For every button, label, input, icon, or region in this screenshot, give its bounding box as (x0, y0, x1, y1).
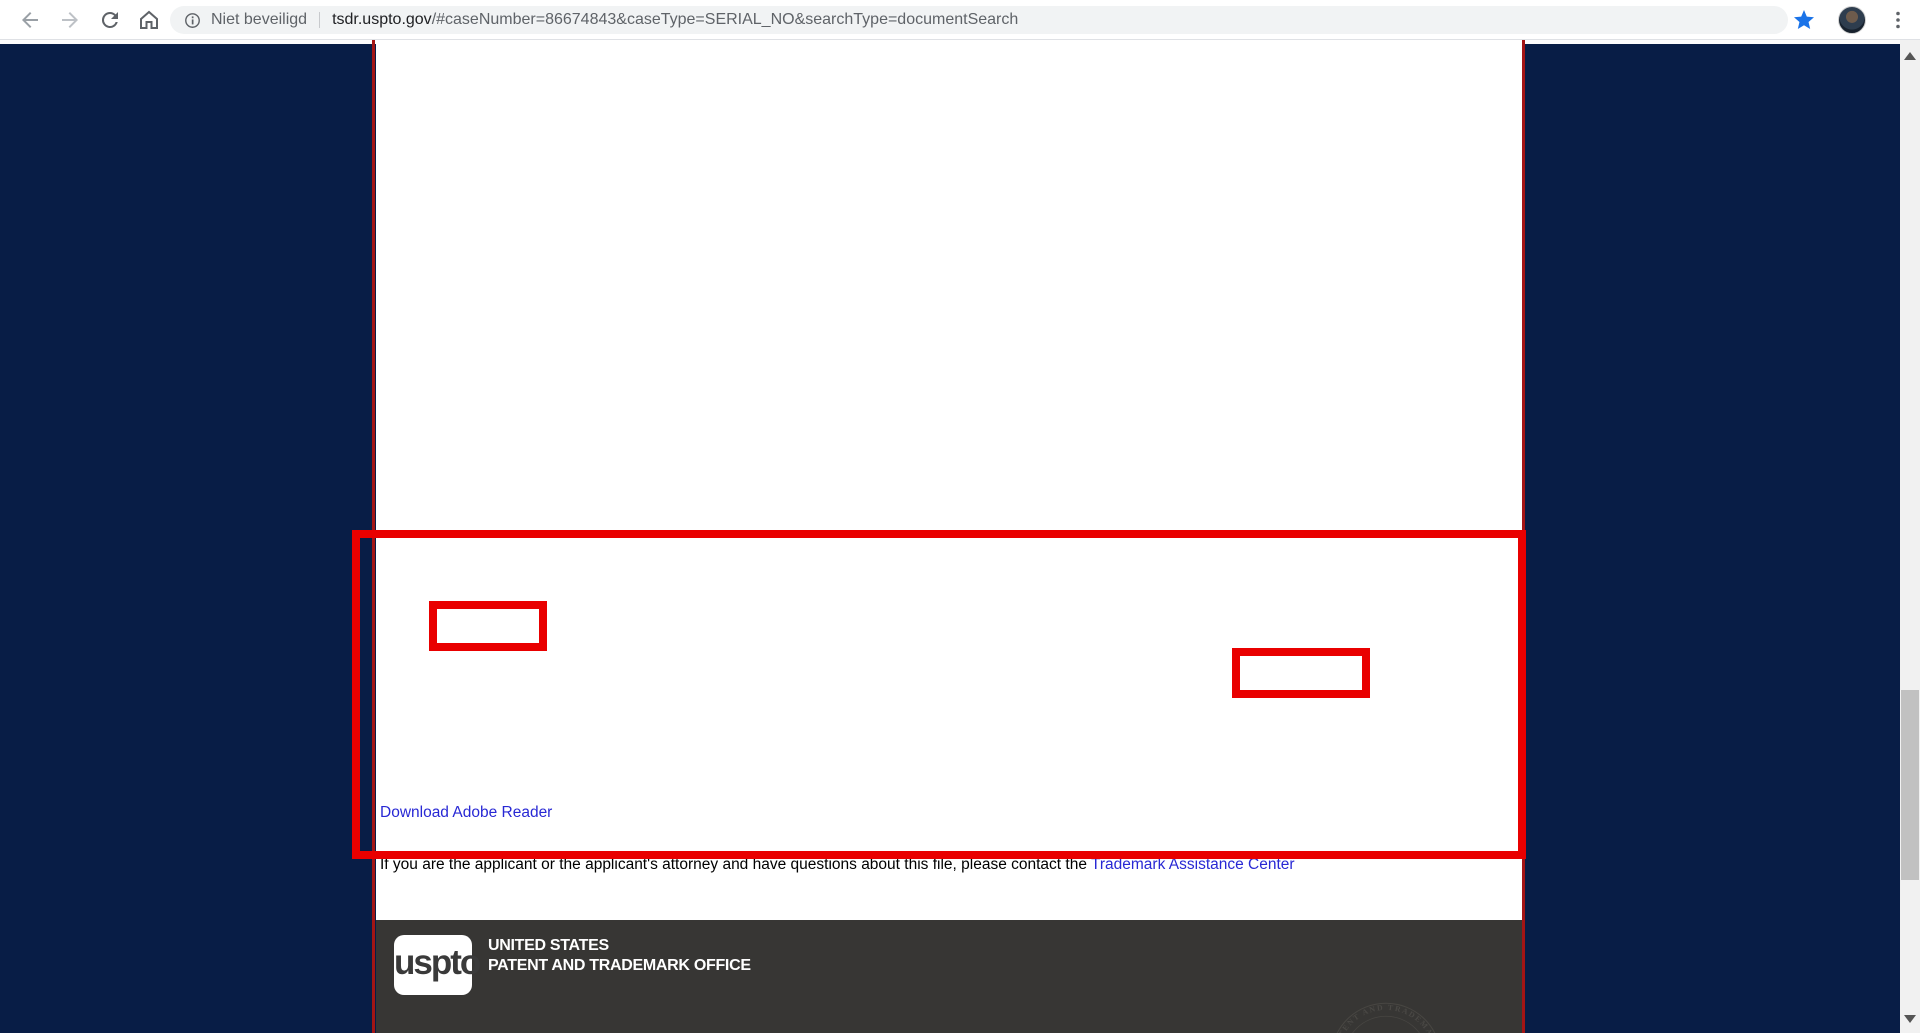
bookmark-star-icon[interactable] (1792, 8, 1816, 32)
org-line2: PATENT AND TRADEMARK OFFICE (488, 956, 751, 976)
browser-toolbar: Niet beveiligd tsdr.uspto.gov/#caseNumbe… (0, 0, 1920, 40)
content-area (376, 40, 1522, 1033)
vertical-scrollbar[interactable] (1900, 40, 1920, 1033)
org-line1: UNITED STATES (488, 936, 751, 956)
note-text: If you are the applicant or the applican… (380, 856, 1091, 873)
url-domain: tsdr.uspto.gov (332, 11, 432, 28)
url-text: tsdr.uspto.gov/#caseNumber=86674843&case… (332, 11, 1018, 29)
uspto-logo-text: uspto (394, 943, 479, 982)
divider (319, 12, 320, 28)
uspto-seal-watermark: PATENT AND TRADEMARK OFFICE (1271, 998, 1501, 1033)
url-path: /#caseNumber=86674843&caseType=SERIAL_NO… (432, 11, 1019, 28)
home-icon[interactable] (137, 8, 161, 32)
content-left-border (372, 40, 375, 1033)
browser-menu-icon[interactable] (1886, 8, 1910, 32)
scrollbar-thumb[interactable] (1901, 690, 1919, 880)
address-bar[interactable]: Niet beveiligd tsdr.uspto.gov/#caseNumbe… (170, 6, 1788, 34)
scroll-down-icon[interactable] (1904, 1015, 1916, 1023)
download-adobe-reader-link[interactable]: Download Adobe Reader (380, 804, 552, 822)
uspto-footer: uspto UNITED STATES PATENT AND TRADEMARK… (376, 920, 1522, 1033)
security-label: Niet beveiligd (211, 11, 307, 29)
scroll-up-icon[interactable] (1904, 52, 1916, 60)
reload-icon[interactable] (98, 8, 122, 32)
assistance-note: If you are the applicant or the applican… (380, 856, 1295, 874)
profile-avatar[interactable] (1838, 6, 1866, 34)
back-icon[interactable] (18, 8, 42, 32)
uspto-logo: uspto (394, 935, 472, 995)
content-right-border (1522, 40, 1525, 1033)
trademark-assistance-center-link[interactable]: Trademark Assistance Center (1091, 856, 1295, 873)
uspto-org-name: UNITED STATES PATENT AND TRADEMARK OFFIC… (488, 936, 751, 976)
forward-icon[interactable] (58, 8, 82, 32)
info-icon[interactable] (184, 12, 201, 29)
